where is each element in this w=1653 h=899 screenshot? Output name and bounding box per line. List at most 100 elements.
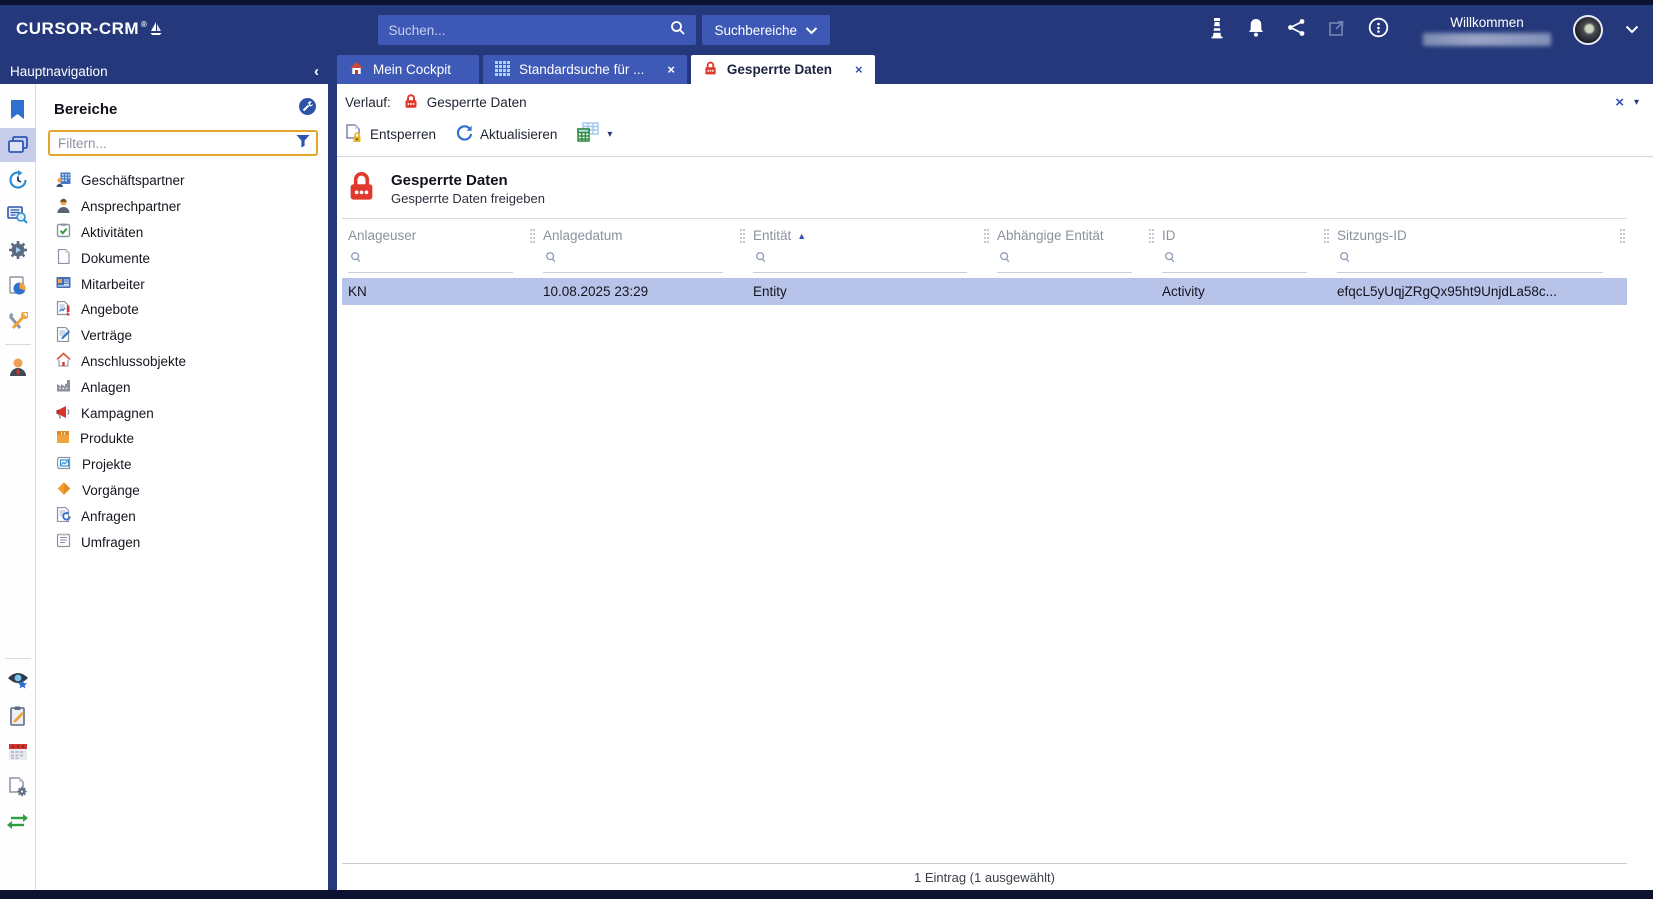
close-icon[interactable]: × xyxy=(1615,94,1624,111)
share-icon[interactable] xyxy=(1287,18,1306,42)
column-resize-handle[interactable] xyxy=(530,229,535,243)
windows-icon[interactable] xyxy=(0,128,36,162)
collapse-sidebar-icon[interactable]: ‹ xyxy=(314,64,319,79)
sync-icon[interactable] xyxy=(0,805,36,838)
sort-ascending-icon[interactable]: ▲ xyxy=(797,231,806,241)
caret-down-icon[interactable]: ▾ xyxy=(1634,97,1639,108)
app-logo: CURSOR-CRM® xyxy=(16,19,163,42)
topbar: CURSOR-CRM® Suchbereiche Willkommen xyxy=(0,5,1653,55)
search-list-icon[interactable] xyxy=(0,198,36,232)
column-header-anlagedatum[interactable]: Anlagedatum xyxy=(537,219,747,273)
logo-registered-mark: ® xyxy=(141,20,147,29)
wrench-circle-icon[interactable] xyxy=(299,98,316,120)
tools-icon[interactable] xyxy=(0,304,36,340)
table-view-dropdown[interactable]: ▾ xyxy=(577,122,612,147)
column-filter-input[interactable] xyxy=(1162,250,1307,273)
sidebar-item-angebote[interactable]: Angebote xyxy=(48,297,318,323)
page-title: Gesperrte Daten xyxy=(391,172,545,189)
tab-close-icon[interactable]: × xyxy=(667,62,675,77)
global-search-box[interactable] xyxy=(378,15,696,45)
tab-gesperrte-daten[interactable]: Gesperrte Daten × xyxy=(691,55,875,84)
contracts-icon xyxy=(56,327,71,345)
welcome-username-redacted xyxy=(1423,33,1551,46)
sidebar-item-label: Dokumente xyxy=(81,251,150,266)
gear-play-icon[interactable] xyxy=(0,232,36,268)
search-scope-button[interactable]: Suchbereiche xyxy=(702,15,830,45)
sidebar-item-label: Produkte xyxy=(80,431,134,446)
column-resize-handle[interactable] xyxy=(984,229,989,243)
rail-divider xyxy=(5,658,31,659)
column-header-abhaengige-entitaet[interactable]: Abhängige Entität xyxy=(991,219,1156,273)
sidebar-item-kampagnen[interactable]: Kampagnen xyxy=(48,400,318,426)
icon-rail xyxy=(0,84,36,890)
calendar-icon[interactable] xyxy=(0,734,36,769)
column-resize-handle[interactable] xyxy=(1149,229,1154,243)
bookmark-icon[interactable] xyxy=(0,92,36,128)
column-label: Sitzungs-ID xyxy=(1337,228,1407,243)
column-label: Abhängige Entität xyxy=(997,228,1104,243)
sidebar-item-vertraege[interactable]: Verträge xyxy=(48,323,318,349)
sidebar-item-aktivitaeten[interactable]: Aktivitäten xyxy=(48,220,318,246)
column-header-entitaet[interactable]: Entität▲ xyxy=(747,219,991,273)
sidebar-item-label: Aktivitäten xyxy=(81,225,143,240)
funnel-icon[interactable] xyxy=(296,134,310,153)
search-scope-label: Suchbereiche xyxy=(714,23,797,38)
verlauf-breadcrumb: Verlauf: Gesperrte Daten × ▾ xyxy=(337,84,1653,115)
table-row[interactable]: KN 10.08.2025 23:29 Entity Activity efqc… xyxy=(342,278,1627,305)
tab-standardsuche[interactable]: Standardsuche für ... × xyxy=(483,55,687,84)
sidebar-item-geschaeftspartner[interactable]: Geschäftspartner xyxy=(48,168,318,194)
aktualisieren-button[interactable]: Aktualisieren xyxy=(456,125,557,145)
business-partner-icon xyxy=(56,172,71,190)
clipboard-edit-icon[interactable] xyxy=(0,698,36,734)
sidebar-item-produkte[interactable]: Produkte xyxy=(48,426,318,452)
column-resize-handle[interactable] xyxy=(1324,229,1329,243)
column-filter-input[interactable] xyxy=(997,250,1132,273)
column-header-anlageuser[interactable]: Anlageuser xyxy=(342,219,537,273)
sidebar-item-anfragen[interactable]: Anfragen xyxy=(48,503,318,529)
topbar-icons: Willkommen xyxy=(1209,15,1639,46)
table-empty-space xyxy=(342,305,1627,863)
app-body: Bereiche Geschäftspartner Ansprechpartne… xyxy=(0,84,1653,890)
notifications-bell-icon[interactable] xyxy=(1247,18,1265,43)
sidebar-item-label: Projekte xyxy=(82,457,132,472)
search-icon[interactable] xyxy=(670,20,686,41)
sidebar-item-vorgaenge[interactable]: Vorgänge xyxy=(48,478,318,504)
column-filter-input[interactable] xyxy=(753,250,967,273)
sidebar-item-mitarbeiter[interactable]: Mitarbeiter xyxy=(48,271,318,297)
sidebar-item-projekte[interactable]: Projekte xyxy=(48,452,318,478)
global-search-input[interactable] xyxy=(388,23,670,38)
verlauf-item[interactable]: Gesperrte Daten xyxy=(427,95,527,110)
document-gear-icon[interactable] xyxy=(0,769,36,805)
tab-close-icon[interactable]: × xyxy=(855,62,863,77)
history-icon[interactable] xyxy=(0,162,36,198)
user-menu-chevron-icon[interactable] xyxy=(1625,21,1639,39)
user-avatar[interactable] xyxy=(1573,15,1603,45)
sidebar-item-dokumente[interactable]: Dokumente xyxy=(48,245,318,271)
column-resize-handle[interactable] xyxy=(1620,229,1625,243)
column-filter-input[interactable] xyxy=(348,250,513,273)
facilities-icon xyxy=(56,379,71,395)
verlauf-label: Verlauf: xyxy=(345,95,391,110)
eye-star-icon[interactable] xyxy=(0,663,36,698)
column-header-sitzungs-id[interactable]: Sitzungs-ID xyxy=(1331,219,1627,273)
column-resize-handle[interactable] xyxy=(740,229,745,243)
table-grid-icon xyxy=(577,122,599,147)
sidebar-item-umfragen[interactable]: Umfragen xyxy=(48,529,318,555)
more-options-icon[interactable] xyxy=(1368,17,1389,43)
person-icon[interactable] xyxy=(0,349,36,384)
sidebar-item-anschlussobjekte[interactable]: Anschlussobjekte xyxy=(48,349,318,375)
sidebar-item-ansprechpartner[interactable]: Ansprechpartner xyxy=(48,194,318,220)
sidebar-item-anlagen[interactable]: Anlagen xyxy=(48,374,318,400)
entsperren-button[interactable]: Entsperren xyxy=(345,124,436,146)
sidebar-main-divider[interactable] xyxy=(328,84,337,890)
tab-mein-cockpit[interactable]: Mein Cockpit xyxy=(337,55,479,84)
report-pie-icon[interactable] xyxy=(0,268,36,304)
column-filter-input[interactable] xyxy=(543,250,723,273)
column-filter-input[interactable] xyxy=(1337,250,1603,273)
column-header-id[interactable]: ID xyxy=(1156,219,1331,273)
sidebar-filter-box[interactable] xyxy=(48,130,318,156)
sidebar-filter-input[interactable] xyxy=(58,136,296,151)
surveys-icon xyxy=(56,533,71,551)
lighthouse-icon[interactable] xyxy=(1209,17,1225,44)
caret-down-icon: ▾ xyxy=(607,129,612,140)
